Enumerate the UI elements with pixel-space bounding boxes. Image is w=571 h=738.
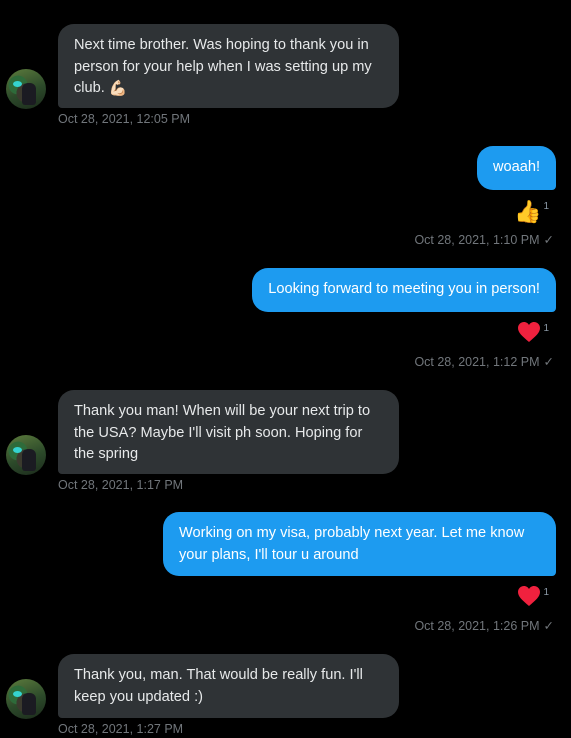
message-text: woaah! [492,159,540,175]
message-timestamp: Oct 28, 2021, 1:26 PM ✓ [414,618,554,634]
avatar[interactable] [6,69,46,109]
reaction-count: 1 [543,587,549,598]
message-timestamp: Oct 28, 2021, 1:10 PM ✓ [414,232,554,248]
reaction-count: 1 [543,323,549,334]
timestamp-text: Oct 28, 2021, 1:12 PM [414,355,540,369]
reaction-count: 1 [543,201,549,212]
timestamp-text: Oct 28, 2021, 1:26 PM [414,619,540,633]
avatar[interactable] [6,435,46,475]
message-text: Working on my visa, probably next year. … [179,525,525,563]
message-text: Thank you man! When will be your next tr… [74,403,371,462]
read-check-icon: ✓ [543,619,554,633]
top-clip-fragment [431,0,551,2]
read-check-icon: ✓ [543,355,554,369]
message-reaction[interactable]: 👍 1 [514,199,549,227]
message-timestamp: Oct 28, 2021, 12:05 PM [58,112,191,126]
message-bubble-received[interactable]: Thank you, man. That would be really fun… [58,654,399,718]
message-bubble-sent[interactable]: Working on my visa, probably next year. … [163,512,556,576]
message-bubble-received[interactable]: Next time brother. Was hoping to thank y… [58,24,399,108]
message-reaction[interactable]: 1 [517,321,549,349]
message-timestamp: Oct 28, 2021, 1:27 PM [58,722,184,736]
message-reaction[interactable]: 1 [517,585,549,613]
heart-icon [518,322,541,342]
heart-icon [518,586,541,606]
message-timestamp: Oct 28, 2021, 1:12 PM ✓ [414,354,554,370]
message-text: Looking forward to meeting you in person… [268,281,540,297]
thumbs-up-icon: 👍 [514,199,542,224]
timestamp-text: Oct 28, 2021, 1:10 PM [414,233,540,247]
message-bubble-sent[interactable]: Looking forward to meeting you in person… [252,268,556,312]
message-bubble-sent[interactable]: woaah! [476,146,556,190]
message-bubble-received[interactable]: Thank you man! When will be your next tr… [58,390,399,474]
message-timestamp: Oct 28, 2021, 1:17 PM [58,478,184,492]
flexed-biceps-emoji: 💪🏻 [108,80,128,97]
message-text: Thank you, man. That would be really fun… [74,667,363,705]
read-check-icon: ✓ [543,233,554,247]
avatar[interactable] [6,679,46,719]
